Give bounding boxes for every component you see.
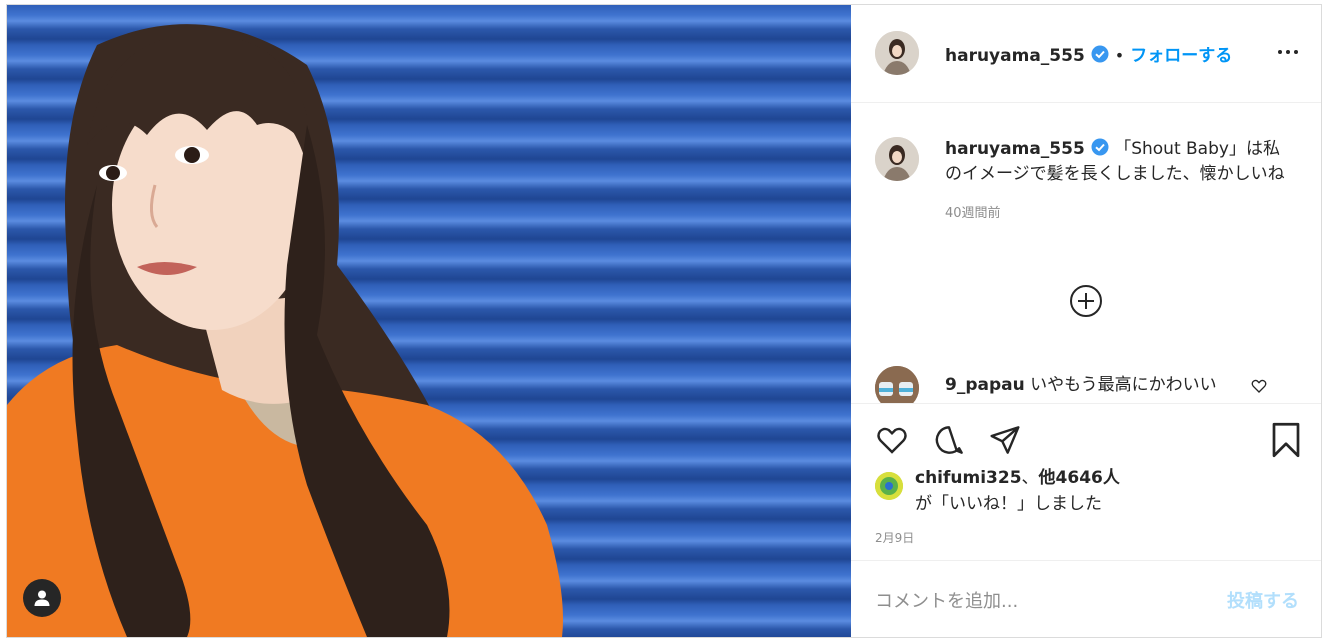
likes-separator: 、 [1021, 468, 1039, 488]
author-avatar[interactable] [875, 31, 919, 75]
more-options-button[interactable] [1277, 41, 1299, 67]
commenter-username[interactable]: 9_papau [945, 375, 1025, 395]
liker-avatar[interactable] [875, 472, 903, 500]
caption: haruyama_555 「Shout Baby」は私のイメージで髪を長くしまし… [945, 137, 1295, 226]
comment-input[interactable] [873, 585, 1197, 617]
verified-badge-icon [1091, 45, 1109, 63]
verified-badge-icon [1091, 138, 1109, 156]
caption-time[interactable]: 40週間前 [945, 201, 1295, 226]
post-header: haruyama_555 • フォローする [851, 5, 1321, 103]
save-button[interactable] [1271, 422, 1301, 462]
avatar-image [875, 137, 919, 181]
commenter-avatar[interactable] [875, 366, 919, 403]
load-more-comments-button[interactable] [1069, 284, 1103, 318]
instagram-post: haruyama_555 • フォローする haruyama_555 「Shou… [6, 4, 1322, 638]
more-horizontal-icon [1278, 50, 1298, 54]
post-comment-button[interactable]: 投稿する [1227, 587, 1299, 613]
likes-suffix: が「いいね！」しました [915, 494, 1102, 514]
avatar-image [875, 31, 919, 75]
heart-icon [877, 427, 907, 454]
comments-section[interactable]: haruyama_555 「Shout Baby」は私のイメージで髪を長くしまし… [851, 103, 1321, 403]
add-comment-bar: 投稿する [851, 560, 1321, 636]
header-separator: • [1114, 46, 1125, 65]
post-date[interactable]: 2月9日 [875, 529, 914, 546]
post-actions-section: chifumi325、他4646人 が「いいね！」しました 2月9日 投稿する [851, 403, 1321, 635]
send-icon [990, 426, 1020, 454]
likes-others-link[interactable]: 他4646人 [1039, 468, 1120, 488]
portrait-illustration [7, 24, 563, 637]
post-side-panel: haruyama_555 • フォローする haruyama_555 「Shou… [851, 5, 1321, 637]
post-photo[interactable] [7, 5, 851, 637]
avatar-image [875, 472, 903, 500]
avatar-image [875, 366, 919, 403]
liker-username[interactable]: chifumi325 [915, 468, 1022, 488]
bookmark-icon [1272, 422, 1300, 458]
comment-icon [935, 426, 963, 454]
follow-button[interactable]: フォローする [1130, 46, 1232, 66]
comment-button[interactable] [933, 424, 965, 460]
share-button[interactable] [989, 424, 1021, 460]
comment-text: いやもう最高にかわいい [1030, 375, 1217, 395]
comment-like-button[interactable] [1251, 378, 1267, 398]
plus-circle-icon [1070, 285, 1102, 317]
tagged-users-button[interactable] [23, 579, 61, 617]
caption-avatar[interactable] [875, 137, 919, 181]
user-icon [34, 590, 50, 606]
caption-username[interactable]: haruyama_555 [945, 139, 1085, 159]
author-username[interactable]: haruyama_555 [945, 46, 1085, 66]
heart-icon [1251, 379, 1267, 393]
like-button[interactable] [875, 424, 909, 460]
